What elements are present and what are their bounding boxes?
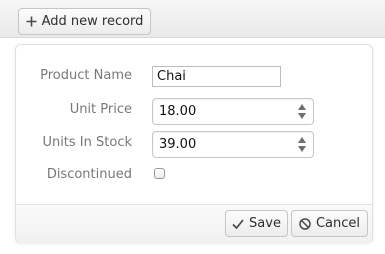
increase-arrow-icon[interactable] bbox=[298, 104, 306, 110]
plus-icon bbox=[26, 16, 37, 27]
decrease-arrow-icon[interactable] bbox=[298, 146, 306, 152]
form-footer: Save Cancel bbox=[16, 204, 372, 243]
units-in-stock-numeric bbox=[152, 131, 314, 158]
product-name-label: Product Name bbox=[40, 68, 132, 83]
discontinued-label: Discontinued bbox=[46, 167, 132, 182]
edit-form-panel: Product Name Unit Price Units In Stock D… bbox=[15, 44, 373, 243]
product-name-input[interactable] bbox=[152, 66, 281, 87]
unit-price-input[interactable] bbox=[153, 99, 291, 124]
unit-price-label: Unit Price bbox=[69, 102, 132, 117]
cancel-icon bbox=[299, 217, 311, 230]
units-in-stock-input[interactable] bbox=[153, 132, 291, 157]
cancel-label: Cancel bbox=[315, 216, 361, 231]
increase-arrow-icon[interactable] bbox=[298, 137, 306, 143]
decrease-arrow-icon[interactable] bbox=[298, 113, 306, 119]
discontinued-checkbox[interactable] bbox=[154, 168, 165, 179]
add-new-record-label: Add new record bbox=[41, 14, 144, 29]
grid-toolbar: Add new record bbox=[0, 0, 385, 38]
check-icon bbox=[232, 218, 244, 229]
units-in-stock-label: Units In Stock bbox=[42, 135, 132, 150]
unit-price-numeric bbox=[152, 98, 314, 125]
cancel-button[interactable]: Cancel bbox=[291, 210, 368, 237]
unit-price-spinner bbox=[291, 99, 313, 124]
units-in-stock-spinner bbox=[291, 132, 313, 157]
save-label: Save bbox=[249, 216, 281, 231]
save-button[interactable]: Save bbox=[225, 210, 288, 237]
add-new-record-button[interactable]: Add new record bbox=[18, 8, 151, 35]
